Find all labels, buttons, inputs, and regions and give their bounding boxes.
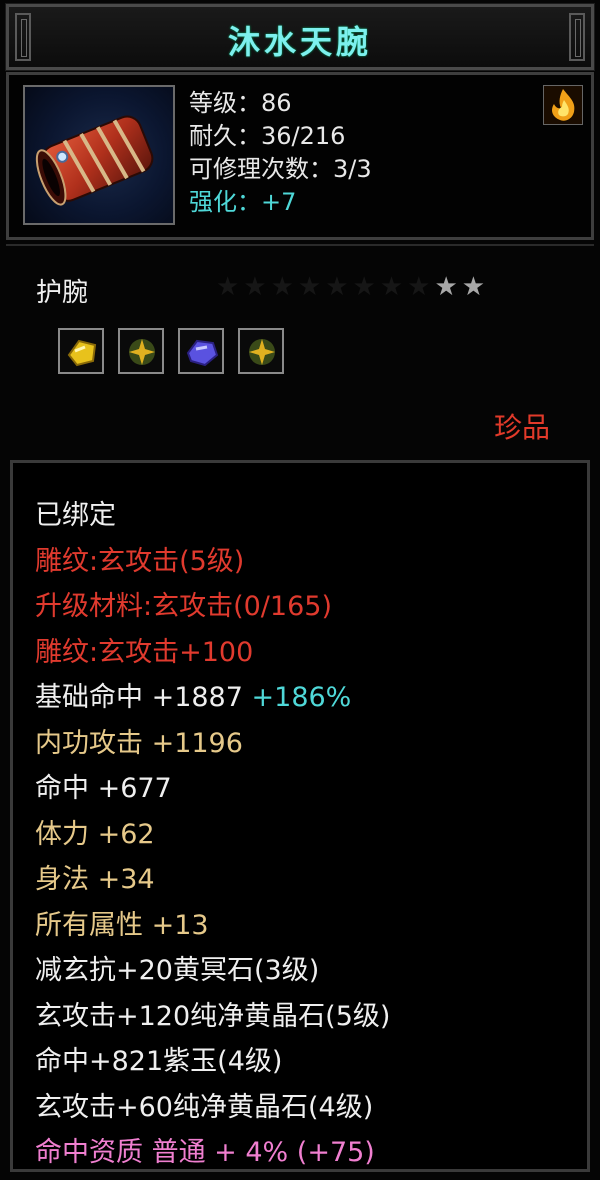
star-lit-icons: ★★ bbox=[434, 272, 490, 302]
gem-line-3: 命中+821紫玉(4级) bbox=[35, 1046, 283, 1077]
item-title: 沐水天腕 bbox=[227, 23, 372, 61]
star-rating: ★★★★★★★★★★ bbox=[216, 272, 489, 302]
engraving-line: 雕纹:玄攻击(5级) bbox=[35, 545, 245, 577]
gem-line-4: 玄攻击+60纯净黄晶石(4级) bbox=[35, 1091, 374, 1123]
stamina-line: 体力 +62 bbox=[35, 818, 155, 850]
inner-attack-line: 内功攻击 +1196 bbox=[35, 727, 243, 759]
gem-sockets bbox=[58, 328, 284, 374]
star-unlit-icons: ★★★★★★★★ bbox=[216, 272, 435, 302]
upgrade-material-line: 升级材料:玄攻击(0/165) bbox=[35, 591, 332, 622]
bracer-item-icon[interactable] bbox=[23, 85, 175, 225]
item-stats: 等级：86 耐久：36/216 可修理次数：3/3 强化：+7 bbox=[189, 87, 372, 219]
attribute-list: 已绑定 雕纹:玄攻击(5级) 升级材料:玄攻击(0/165) 雕纹:玄攻击+10… bbox=[35, 493, 390, 1176]
gem-line-2: 玄攻击+120纯净黄晶石(5级) bbox=[35, 1000, 391, 1032]
green-gold-gem-icon[interactable] bbox=[238, 328, 284, 374]
green-gold-gem-icon[interactable] bbox=[118, 328, 164, 374]
fire-icon bbox=[543, 85, 583, 125]
all-attributes-line: 所有属性 +13 bbox=[35, 909, 209, 941]
base-hit-value: 基础命中 +1887 bbox=[35, 682, 243, 713]
engraving-bonus-line: 雕纹:玄攻击+100 bbox=[35, 636, 254, 668]
repair-count-text: 可修理次数：3/3 bbox=[189, 155, 372, 183]
agility-line: 身法 +34 bbox=[35, 864, 155, 895]
title-bar: 沐水天腕 bbox=[5, 3, 595, 71]
enhance-text: 强化：+7 bbox=[189, 188, 297, 216]
item-tooltip: 沐水天腕 等级：86 耐久：36/216 可修理次数：3/3 强化：+7 护腕 … bbox=[0, 0, 600, 1180]
attributes-panel: 已绑定 雕纹:玄攻击(5级) 升级材料:玄攻击(0/165) 雕纹:玄攻击+10… bbox=[10, 460, 590, 1172]
level-text: 等级：86 bbox=[189, 89, 292, 117]
base-hit-line: 基础命中 +1887 +186% bbox=[35, 675, 390, 721]
base-hit-percent: +186% bbox=[251, 682, 352, 713]
hit-aptitude-line: 命中资质 普通 + 4% (+75) bbox=[35, 1137, 375, 1168]
purple-jade-icon[interactable] bbox=[178, 328, 224, 374]
type-section: 护腕 ★★★★★★★★★★ 珍品 bbox=[6, 244, 594, 454]
item-header: 等级：86 耐久：36/216 可修理次数：3/3 强化：+7 bbox=[6, 72, 594, 240]
yellow-gem-icon[interactable] bbox=[58, 328, 104, 374]
rarity-label: 珍品 bbox=[493, 411, 550, 444]
bound-status: 已绑定 bbox=[35, 500, 116, 531]
gem-line-1: 减玄抗+20黄冥石(3级) bbox=[35, 955, 320, 986]
durability-text: 耐久：36/216 bbox=[189, 122, 346, 150]
item-type-label: 护腕 bbox=[36, 278, 89, 308]
hit-line: 命中 +677 bbox=[35, 773, 172, 804]
